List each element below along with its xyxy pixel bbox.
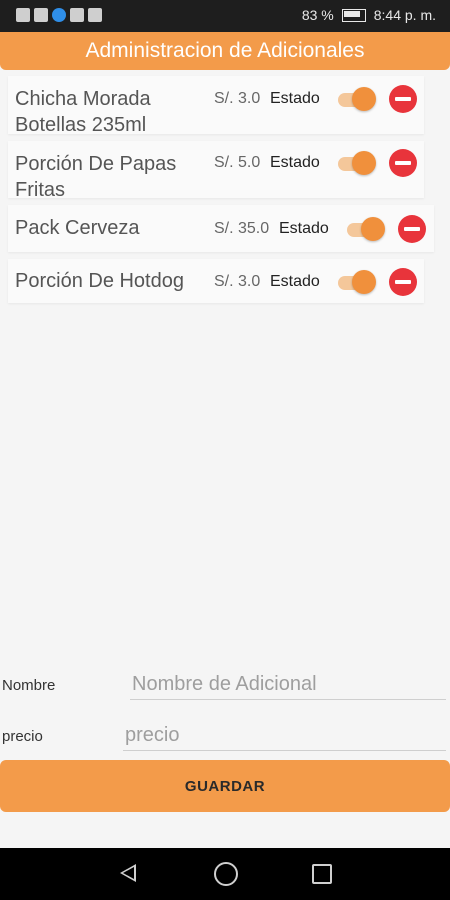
list-item: Pack Cerveza S/. 35.0 Estado [8, 205, 434, 252]
item-price: S/. 3.0 [214, 90, 261, 107]
navigation-bar [0, 848, 450, 900]
page-title: Administracion de Adicionales [0, 32, 450, 70]
price-field[interactable] [123, 720, 446, 751]
clock: 8:44 p. m. [373, 7, 436, 23]
item-name: Porción De Papas Fritas [15, 153, 177, 201]
save-button[interactable]: GUARDAR [0, 760, 450, 812]
item-state-toggle[interactable] [338, 151, 376, 175]
item-state-label: Estado [270, 273, 320, 290]
item-state-label: Estado [270, 90, 320, 107]
battery-icon [341, 8, 366, 22]
item-price: S/. 5.0 [214, 154, 261, 171]
delete-icon[interactable] [389, 85, 417, 113]
item-state-label: Estado [270, 154, 320, 171]
item-name: Chicha Morada Botellas 235ml [15, 88, 151, 136]
price-label: precio [2, 728, 43, 745]
item-price: S/. 3.0 [214, 273, 261, 290]
photo-icon [88, 8, 102, 22]
item-state-toggle[interactable] [338, 87, 376, 111]
item-state-toggle[interactable] [338, 270, 376, 294]
item-state-toggle[interactable] [347, 217, 385, 241]
notification-icon [52, 8, 66, 22]
home-icon[interactable] [214, 862, 238, 886]
name-field[interactable] [130, 669, 446, 700]
name-label: Nombre [2, 677, 56, 694]
delete-icon[interactable] [398, 215, 426, 243]
list-item: Chicha Morada Botellas 235ml S/. 3.0 Est… [8, 76, 424, 136]
item-name: Pack Cerveza [15, 217, 140, 239]
app-icon [70, 8, 84, 22]
battery-percent: 83 % [301, 7, 334, 23]
status-icons [16, 8, 102, 22]
delete-icon[interactable] [389, 268, 417, 296]
wifi-icon [34, 8, 48, 22]
item-name: Porción De Hotdog [15, 270, 184, 292]
back-icon[interactable] [120, 864, 136, 882]
status-bar: 83 % 8:44 p. m. [0, 0, 450, 32]
recent-apps-icon[interactable] [312, 864, 332, 884]
item-price: S/. 35.0 [214, 220, 270, 237]
list-item: Porción De Papas Fritas S/. 5.0 Estado [8, 141, 424, 201]
list-item: Porción De Hotdog S/. 3.0 Estado [8, 259, 424, 303]
item-state-label: Estado [279, 220, 329, 237]
signal-icon [16, 8, 30, 22]
delete-icon[interactable] [389, 149, 417, 177]
